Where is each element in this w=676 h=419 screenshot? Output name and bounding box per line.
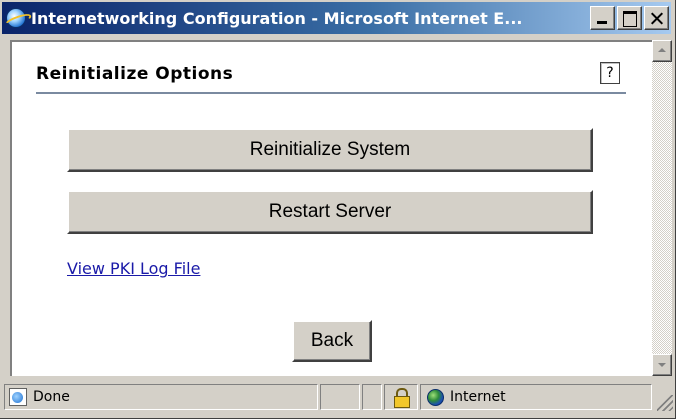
status-pane-main: Done [4, 384, 318, 410]
heading-divider [36, 92, 626, 94]
title-bar[interactable]: Internetworking Configuration - Microsof… [2, 2, 671, 34]
window-controls [588, 6, 669, 30]
status-pane-zone[interactable]: Internet [420, 384, 652, 410]
status-text: Done [33, 389, 70, 405]
page-title: Reinitialize Options [36, 64, 234, 84]
status-pane-security[interactable] [384, 384, 418, 410]
close-button[interactable] [644, 6, 669, 30]
restart-server-button[interactable]: Restart Server [67, 190, 593, 234]
resize-grip-icon[interactable] [657, 395, 673, 411]
security-zone-label: Internet [450, 389, 506, 405]
internet-explorer-icon[interactable] [6, 8, 26, 28]
scroll-up-arrow-icon[interactable] [652, 40, 672, 62]
reinitialize-system-button[interactable]: Reinitialize System [67, 128, 593, 172]
maximize-button[interactable] [617, 6, 642, 30]
status-pane-empty [320, 384, 360, 410]
status-bar: Done Internet [2, 381, 673, 413]
window-title: Internetworking Configuration - Microsof… [31, 8, 523, 28]
help-icon[interactable]: ? [600, 62, 620, 84]
lock-icon[interactable] [394, 388, 410, 408]
browser-window: Internetworking Configuration - Microsof… [0, 0, 676, 419]
minimize-button[interactable] [590, 6, 615, 30]
scroll-down-arrow-icon[interactable] [652, 354, 672, 376]
view-pki-log-link[interactable]: View PKI Log File [67, 259, 200, 278]
internet-zone-globe-icon [427, 388, 444, 406]
vertical-scrollbar[interactable] [652, 40, 672, 376]
page-loaded-icon [9, 388, 27, 406]
page-content: Reinitialize Options ? Reinitialize Syst… [10, 40, 652, 376]
back-button[interactable]: Back [292, 320, 372, 362]
status-pane-empty-2 [362, 384, 382, 410]
